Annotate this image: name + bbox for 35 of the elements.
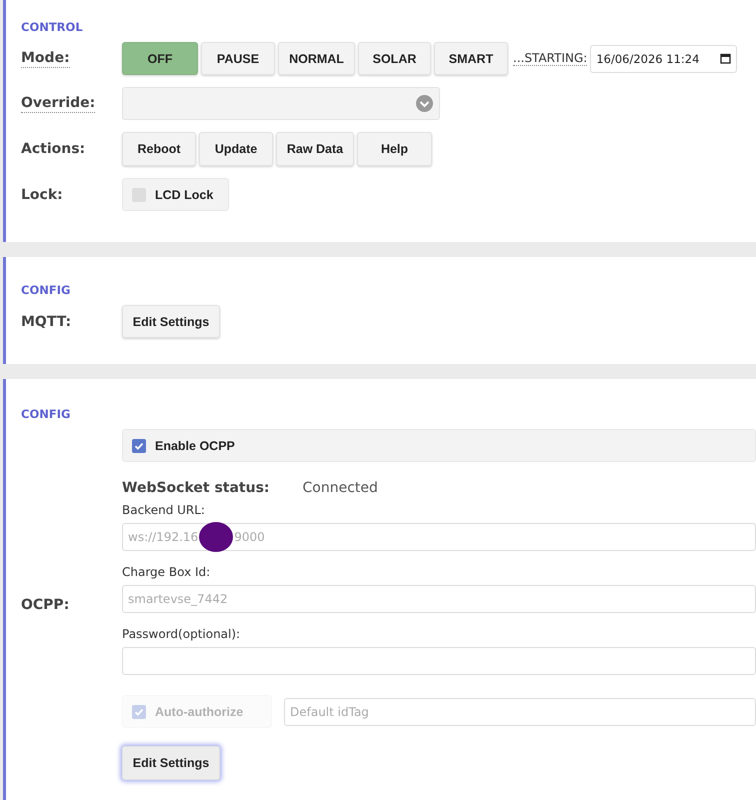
section-heading: CONTROL [21,20,83,34]
calendar-icon [720,53,732,64]
field-label: Charge Box Id: [122,565,212,579]
status-label: WebSocket status: [122,480,270,496]
field-label: Actions: [21,141,86,157]
mode-button[interactable]: SOLAR [358,42,431,75]
mode-button[interactable]: SMART [434,42,508,75]
action-button[interactable]: Help [357,132,432,166]
mode-button[interactable]: NORMAL [278,42,355,75]
field-label: MQTT: [21,314,72,330]
field-label: Override: [21,94,96,112]
field-label: Backend URL: [122,503,206,517]
action-button[interactable]: Update [199,132,273,166]
field-label: Password(optional): [122,627,242,641]
datetime-field[interactable]: 16/06/2026 11:24 [590,44,738,72]
status-value: Connected [302,480,378,496]
section-heading: CONFIG [21,407,70,421]
field-label: Mode: [21,50,70,68]
section-heading: CONFIG [21,283,70,297]
edit-settings-button[interactable]: Edit Settings [122,305,220,338]
password-field[interactable] [122,647,756,675]
starting-label: ...STARTING: [513,51,588,66]
mode-button[interactable]: PAUSE [201,42,275,75]
lcd-lock-checkbox[interactable]: LCD Lock [122,178,230,211]
id-tag-field[interactable]: Default idTag [284,698,756,726]
override-dropdown[interactable] [122,87,440,120]
enable-ocpp-checkbox[interactable]: Enable OCPP [122,429,756,462]
action-button[interactable]: Raw Data [276,132,354,166]
field-label: OCPP: [21,596,70,612]
edit-settings-button[interactable]: Edit Settings [122,746,220,780]
chevron-down-icon [416,95,433,112]
action-button[interactable]: Reboot [122,132,196,166]
field-label: Lock: [21,186,63,202]
mode-button[interactable]: OFF [122,42,198,75]
charge-box-id-field[interactable]: smartevse_7442 [122,585,756,613]
